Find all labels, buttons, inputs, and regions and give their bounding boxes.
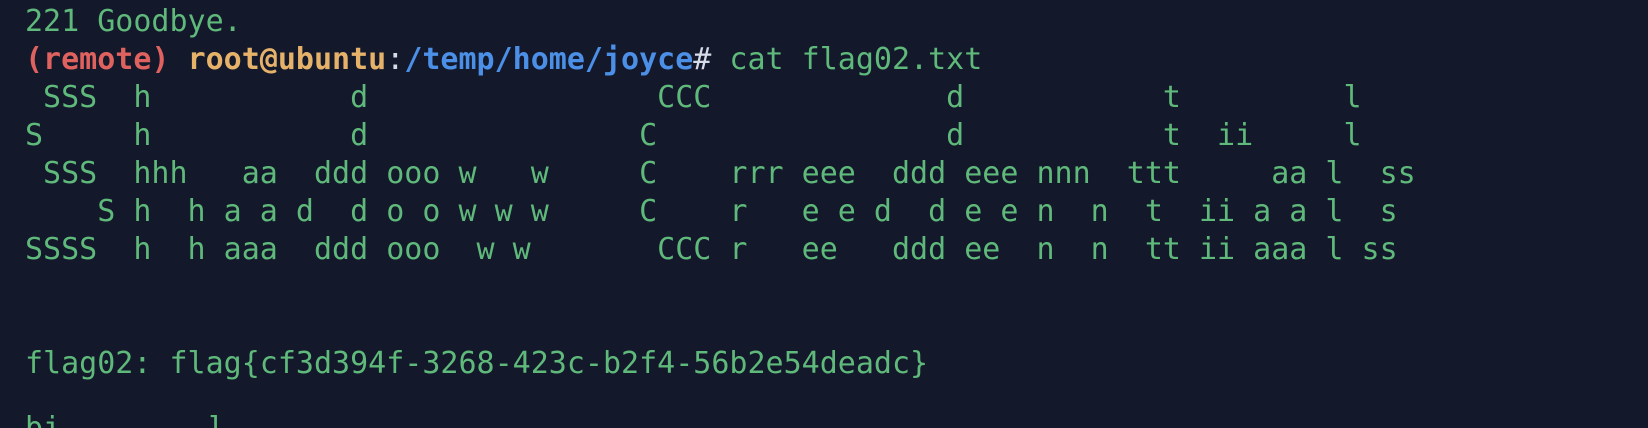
prompt-colon: :: [386, 42, 405, 77]
ascii-art-line: S h d C d t ii l: [25, 118, 1362, 153]
prompt-remote-tag: (remote): [25, 42, 170, 77]
prompt-symbol: #: [693, 42, 712, 77]
ascii-art-line: SSS hhh aa ddd ooo w w C rrr eee ddd eee…: [25, 156, 1416, 191]
next-line-partial: bi ]: [25, 410, 224, 428]
prompt-user-host: root@ubuntu: [187, 42, 387, 77]
flag-output-line: flag02: flag{cf3d394f-3268-423c-b2f4-56b…: [25, 346, 929, 381]
ascii-art-line: SSSS h h aaa ddd ooo w w CCC r ee ddd ee…: [25, 232, 1398, 267]
prompt-path: /temp/home/joyce: [404, 42, 694, 77]
terminal-window[interactable]: 221 Goodbye. (remote) root@ubuntu:/temp/…: [0, 0, 1648, 428]
prompt-command: cat flag02.txt: [711, 42, 983, 77]
ascii-art-line: S h h a a d d o o w w w C r e e d d e e …: [25, 194, 1398, 229]
ftp-goodbye-line: 221 Goodbye.: [25, 4, 242, 39]
shell-prompt-line: (remote) root@ubuntu:/temp/home/joyce# c…: [25, 41, 1648, 79]
ascii-art-line: SSS h d CCC d t l: [25, 80, 1362, 115]
